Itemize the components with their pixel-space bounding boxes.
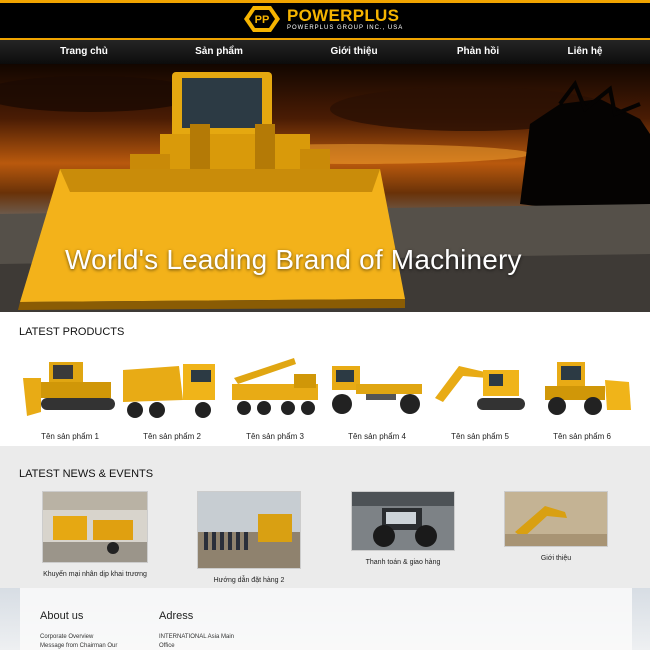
news-tractor-image bbox=[351, 491, 455, 551]
footer-address-title: Adress bbox=[159, 610, 194, 622]
bulldozer-image bbox=[23, 362, 115, 416]
motor-grader-image bbox=[332, 366, 422, 414]
news-card[interactable]: Khuyến mại nhân dịp khai trương bbox=[42, 491, 148, 578]
news-caption[interactable]: Hướng dẫn đặt hàng 2 bbox=[197, 577, 301, 584]
footer: About us Corporate Overview Message from… bbox=[0, 588, 650, 650]
nav-item-about[interactable]: Giới thiệu bbox=[304, 40, 404, 64]
product-name[interactable]: Tên sản phẩm 5 bbox=[429, 432, 531, 441]
product-list: Tên sản phẩm 1 Tên sản phẩm 2 Tên sản ph… bbox=[0, 348, 650, 442]
news-card[interactable]: Thanh toán & giao hàng bbox=[351, 491, 455, 566]
brand-tagline: POWERPLUS GROUP INC., USA bbox=[287, 25, 404, 31]
nav-item-products[interactable]: Sản phẩm bbox=[169, 40, 269, 64]
footer-link-chairman-message[interactable]: Message from Chairman Our bbox=[40, 643, 117, 649]
dump-truck-image bbox=[123, 364, 215, 418]
news-excavator-image bbox=[504, 491, 608, 547]
nav-item-home[interactable]: Trang chủ bbox=[34, 40, 134, 64]
footer-address-line: INTERNATIONAL Asia Main bbox=[159, 634, 235, 640]
product-name[interactable]: Tên sản phẩm 1 bbox=[19, 432, 121, 441]
product-card[interactable]: Tên sản phẩm 3 bbox=[224, 348, 326, 442]
hero-title: World's Leading Brand of Machinery bbox=[65, 244, 522, 275]
news-card[interactable]: Giới thiệu bbox=[504, 491, 608, 562]
news-workers-image bbox=[197, 491, 301, 569]
latest-products-title: LATEST PRODUCTS bbox=[19, 326, 125, 338]
main-nav: Trang chủ Sản phẩm Giới thiệu Phản hồi L… bbox=[0, 40, 650, 64]
brand-name: POWERPLUS bbox=[287, 6, 400, 25]
product-name[interactable]: Tên sản phẩm 4 bbox=[326, 432, 428, 441]
hero-banner[interactable]: World's Leading Brand of Machinery bbox=[0, 64, 650, 312]
nav-item-contact[interactable]: Liên hệ bbox=[535, 40, 635, 64]
nav-item-feedback[interactable]: Phản hồi bbox=[428, 40, 528, 64]
footer-address-line: Office bbox=[159, 643, 175, 649]
product-card[interactable]: Tên sản phẩm 5 bbox=[429, 348, 531, 442]
footer-link-corporate-overview[interactable]: Corporate Overview bbox=[40, 634, 93, 640]
product-card[interactable]: Tên sản phẩm 1 bbox=[19, 348, 121, 442]
latest-news-title: LATEST NEWS & EVENTS bbox=[19, 468, 154, 480]
product-card[interactable]: Tên sản phẩm 6 bbox=[531, 348, 633, 442]
excavator-image bbox=[435, 366, 525, 410]
top-bar: PP POWERPLUS POWERPLUS GROUP INC., USA bbox=[0, 0, 650, 40]
wheel-loader-image bbox=[545, 362, 631, 415]
product-card[interactable]: Tên sản phẩm 2 bbox=[121, 348, 223, 442]
crane-truck-image bbox=[232, 358, 318, 415]
product-name[interactable]: Tên sản phẩm 6 bbox=[531, 432, 633, 441]
logo-emblem-icon: PP bbox=[243, 5, 281, 33]
news-card[interactable]: Hướng dẫn đặt hàng 2 bbox=[197, 491, 301, 584]
product-card[interactable]: Tên sản phẩm 4 bbox=[326, 348, 428, 442]
brand-logo[interactable]: PP POWERPLUS POWERPLUS GROUP INC., USA bbox=[243, 4, 403, 34]
news-caption[interactable]: Khuyến mại nhân dịp khai trương bbox=[42, 571, 148, 578]
product-name[interactable]: Tên sản phẩm 2 bbox=[121, 432, 223, 441]
news-expo-image bbox=[42, 491, 148, 563]
news-caption[interactable]: Giới thiệu bbox=[504, 555, 608, 562]
news-caption[interactable]: Thanh toán & giao hàng bbox=[351, 559, 455, 566]
svg-text:PP: PP bbox=[255, 14, 270, 26]
product-name[interactable]: Tên sản phẩm 3 bbox=[224, 432, 326, 441]
footer-about-title: About us bbox=[40, 610, 84, 622]
